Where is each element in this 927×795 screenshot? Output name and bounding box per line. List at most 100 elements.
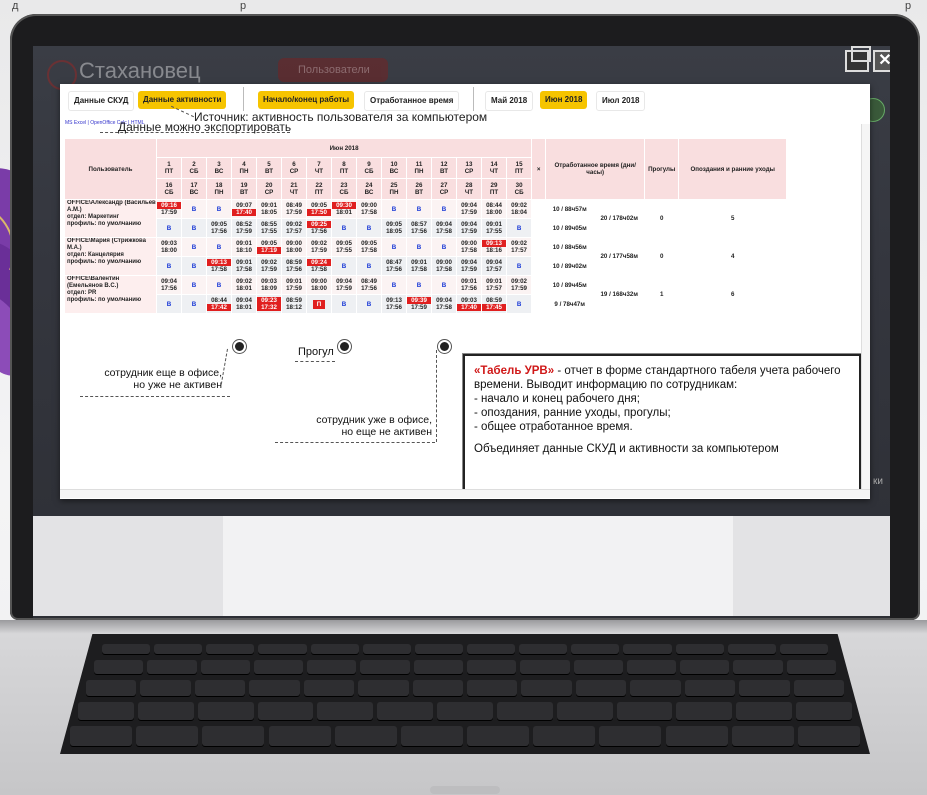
keyboard-key bbox=[467, 644, 516, 654]
day-cell: 09:03 18:00 bbox=[156, 237, 182, 257]
day-header: 23 СБ bbox=[331, 178, 357, 200]
keyboard-key bbox=[519, 644, 568, 654]
tab-skud-data[interactable]: Данные СКУД bbox=[68, 91, 135, 111]
horizontal-scrollbar[interactable] bbox=[60, 489, 870, 498]
tab-worked-time[interactable]: Отработанное время bbox=[364, 91, 460, 111]
user-name: OFFICE\Валентин (Емельянов В.С.) bbox=[67, 276, 120, 290]
info-item-1: - начало и конец рабочего дня; bbox=[474, 393, 640, 405]
arrival-time: 09:13 bbox=[482, 240, 506, 247]
worked-half-month: 10 / 89ч02м bbox=[545, 256, 595, 276]
departure-time: 17:55 bbox=[486, 228, 502, 235]
day-number: 25 bbox=[390, 182, 398, 189]
departure-time: 18:01 bbox=[236, 285, 252, 292]
departure-time: 17:57 bbox=[486, 266, 502, 273]
keyboard-key bbox=[467, 726, 530, 746]
arrival-time: 09:02 bbox=[311, 240, 327, 247]
weekend-mark: В bbox=[441, 281, 447, 289]
tab-divider bbox=[473, 87, 474, 111]
day-header: 16 СБ bbox=[156, 178, 182, 200]
weekend-mark: В bbox=[366, 224, 372, 232]
user-department: отдел: Маркетинг bbox=[67, 214, 120, 220]
day-header: 7 ЧТ bbox=[306, 157, 332, 179]
arrival-time: 09:05 bbox=[211, 221, 227, 228]
tab-may-2018[interactable]: Май 2018 bbox=[485, 91, 534, 111]
restore-window-icon[interactable] bbox=[845, 46, 871, 72]
vertical-scrollbar[interactable] bbox=[861, 124, 870, 489]
keyboard-key bbox=[556, 702, 613, 720]
day-header: 26 ВТ bbox=[406, 178, 432, 200]
arrival-time: 09:01 bbox=[236, 259, 252, 266]
arrival-time: 09:00 bbox=[461, 240, 477, 247]
day-cell: В bbox=[356, 256, 382, 276]
arrival-time: 09:02 bbox=[511, 240, 527, 247]
weekend-mark: В bbox=[191, 262, 197, 270]
weekend-mark: В bbox=[416, 243, 422, 251]
tab-june-2018[interactable]: Июн 2018 bbox=[540, 91, 588, 109]
tab-divider bbox=[243, 87, 244, 111]
callout-absence-underline bbox=[295, 361, 335, 362]
day-cell: 09:02 17:57 bbox=[281, 218, 307, 238]
arrival-time: 09:02 bbox=[286, 221, 302, 228]
absences-header: Прогулы bbox=[644, 138, 680, 200]
weekend-mark: В bbox=[216, 243, 222, 251]
callout-inactive-underline bbox=[80, 396, 230, 397]
keyboard-key bbox=[733, 660, 783, 674]
day-weekday: СБ bbox=[189, 168, 199, 175]
day-cell: 09:01 18:05 bbox=[256, 199, 282, 219]
callout-marker-inactive bbox=[233, 340, 246, 353]
departure-time: 17:32 bbox=[257, 304, 281, 311]
arrival-time: 09:04 bbox=[436, 297, 452, 304]
close-window-icon[interactable]: ✕ bbox=[873, 50, 890, 72]
day-cell: 08:59 18:12 bbox=[281, 294, 307, 314]
info-intro: «Табель УРВ» - отчет в форме стандартног… bbox=[474, 364, 850, 392]
info-item-3: - общее отработанное время. bbox=[474, 421, 633, 433]
day-number: 29 bbox=[490, 182, 498, 189]
top-text-0: д bbox=[12, 0, 19, 12]
departure-time: 17:57 bbox=[511, 247, 527, 254]
user-cell: OFFICE\Валентин (Емельянов В.С.) отдел: P… bbox=[64, 275, 157, 314]
day-weekday: СБ bbox=[364, 168, 374, 175]
worked-half-month: 10 / 89ч45м bbox=[545, 275, 595, 295]
day-weekday: СР bbox=[264, 189, 274, 196]
day-cell: 09:16 17:59 bbox=[156, 199, 182, 219]
tab-activity-data[interactable]: Данные активности bbox=[138, 91, 227, 109]
departure-time: 17:56 bbox=[361, 285, 377, 292]
departure-time: 17:56 bbox=[386, 304, 402, 311]
callout-not-active-line2: но еще не активен bbox=[341, 426, 432, 438]
keyboard-key bbox=[86, 680, 137, 696]
late-count: 6 bbox=[678, 275, 788, 314]
day-header: 9 СБ bbox=[356, 157, 382, 179]
day-weekday: СР bbox=[464, 168, 474, 175]
day-cell: В bbox=[181, 275, 207, 295]
top-text-2: р bbox=[905, 0, 912, 12]
spacer-cell bbox=[531, 237, 547, 257]
report-panel: Данные СКУД Данные активности Начало/кон… bbox=[60, 84, 870, 499]
user-profile: профиль: по умолчанию bbox=[67, 221, 142, 227]
day-cell: 08:49 17:59 bbox=[281, 199, 307, 219]
close-column-icon[interactable]: × bbox=[531, 138, 547, 200]
keyboard-key bbox=[362, 644, 411, 654]
user-column-header: Пользователь bbox=[64, 138, 157, 200]
keyboard-key bbox=[797, 726, 860, 746]
day-number: 15 bbox=[515, 161, 523, 168]
keyboard-key bbox=[257, 702, 314, 720]
report-info-box: «Табель УРВ» - отчет в форме стандартног… bbox=[463, 354, 861, 494]
app-title: Стахановец bbox=[79, 58, 201, 83]
departure-time: 17:56 bbox=[461, 285, 477, 292]
weekend-mark: В bbox=[366, 262, 372, 270]
day-number: 2 bbox=[192, 161, 196, 168]
day-number: 11 bbox=[415, 161, 423, 168]
day-cell: 09:00 18:00 bbox=[281, 237, 307, 257]
tab-july-2018[interactable]: Июл 2018 bbox=[596, 91, 646, 111]
users-button[interactable]: Пользователи bbox=[278, 58, 388, 82]
day-cell: В bbox=[181, 294, 207, 314]
departure-time: 18:05 bbox=[261, 209, 277, 216]
day-cell: 09:05 17:55 bbox=[331, 237, 357, 257]
keyboard-key bbox=[599, 726, 662, 746]
tab-start-end-work[interactable]: Начало/конец работы bbox=[258, 91, 355, 109]
weekend-mark: В bbox=[216, 205, 222, 213]
departure-time: 17:58 bbox=[311, 266, 327, 273]
app-background-band-center bbox=[223, 516, 733, 616]
departure-time: 17:59 bbox=[161, 209, 177, 216]
keyboard-key bbox=[623, 644, 672, 654]
